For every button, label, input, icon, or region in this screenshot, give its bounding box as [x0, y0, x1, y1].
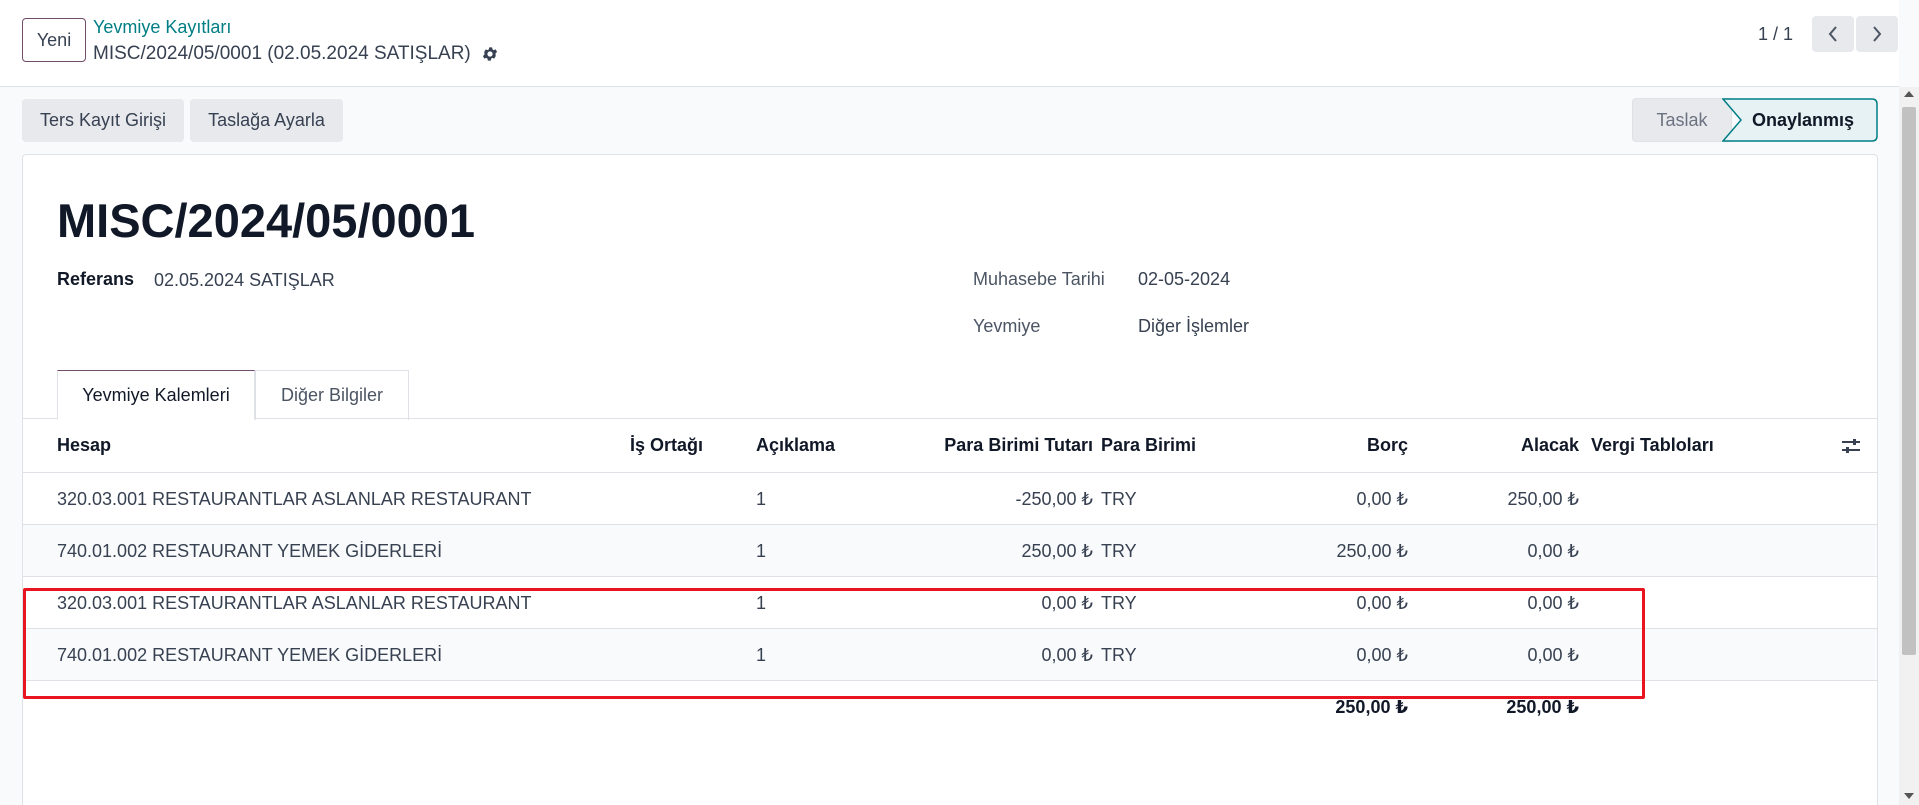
- notebook-tabs: Yevmiye Kalemleri Diğer Bilgiler: [23, 370, 1877, 420]
- breadcrumb-current: MISC/2024/05/0001 (02.05.2024 SATIŞLAR): [93, 43, 499, 65]
- cell-amount-currency: 0,00 ₺: [1041, 645, 1094, 665]
- column-debit[interactable]: Borç: [1367, 435, 1408, 456]
- sliders-icon[interactable]: [1841, 437, 1861, 455]
- cell-credit: 0,00 ₺: [1527, 593, 1580, 613]
- table-header: Hesap İş Ortağı Açıklama Para Birimi Tut…: [23, 419, 1877, 473]
- cell-debit: 0,00 ₺: [1356, 489, 1409, 509]
- vertical-scrollbar[interactable]: [1899, 87, 1919, 805]
- chevron-left-icon: [1828, 26, 1837, 42]
- scroll-up-arrow-icon[interactable]: [1904, 91, 1914, 97]
- reset-to-draft-button[interactable]: Taslağa Ayarla: [190, 99, 343, 142]
- scroll-down-arrow-icon[interactable]: [1904, 793, 1914, 799]
- cell-debit: 250,00 ₺: [1336, 541, 1408, 561]
- breadcrumb-journal-entries[interactable]: Yevmiye Kayıtları: [93, 17, 231, 38]
- reference-field[interactable]: 02.05.2024 SATIŞLAR: [154, 270, 335, 291]
- table-row[interactable]: 320.03.001 RESTAURANTLAR ASLANLAR RESTAU…: [23, 473, 1877, 525]
- accounting-date-label: Muhasebe Tarihi: [973, 269, 1105, 289]
- column-label[interactable]: Açıklama: [756, 435, 835, 456]
- cell-credit: 250,00 ₺: [1507, 489, 1579, 509]
- cell-debit: 0,00 ₺: [1356, 593, 1409, 613]
- reverse-entry-button[interactable]: Ters Kayıt Girişi: [22, 99, 184, 142]
- reference-label: Referans: [57, 269, 135, 289]
- journal-field[interactable]: Diğer İşlemler: [1138, 316, 1249, 337]
- column-tax-grids[interactable]: Vergi Tabloları: [1591, 435, 1714, 456]
- status-posted-label: Onaylanmış: [1752, 110, 1855, 130]
- column-amount-currency[interactable]: Para Birimi Tutarı: [944, 435, 1093, 456]
- pager-previous-button[interactable]: [1812, 16, 1854, 52]
- status-draft[interactable]: Taslak: [1632, 98, 1732, 142]
- cell-account: 320.03.001 RESTAURANTLAR ASLANLAR RESTAU…: [57, 593, 532, 613]
- journal-label: Yevmiye: [973, 316, 1041, 336]
- new-button[interactable]: Yeni: [22, 18, 86, 62]
- form-sheet: MISC/2024/05/0001 Referans 02.05.2024 SA…: [22, 154, 1878, 805]
- cell-currency: TRY: [1101, 645, 1137, 665]
- column-currency[interactable]: Para Birimi: [1101, 435, 1196, 456]
- chevron-right-icon: [1873, 26, 1882, 42]
- tab-journal-items[interactable]: Yevmiye Kalemleri: [57, 370, 255, 420]
- cell-label: 1: [756, 489, 767, 509]
- gear-icon[interactable]: [481, 45, 499, 63]
- column-credit[interactable]: Alacak: [1521, 435, 1579, 456]
- entry-title: MISC/2024/05/0001: [57, 194, 476, 247]
- cell-label: 1: [756, 593, 767, 613]
- cell-amount-currency: -250,00 ₺: [1015, 489, 1093, 509]
- table-row[interactable]: 740.01.002 RESTAURANT YEMEK GİDERLERİ 1 …: [23, 525, 1877, 577]
- total-credit: 250,00 ₺: [1506, 697, 1579, 717]
- control-panel: Yeni Yevmiye Kayıtları MISC/2024/05/0001…: [0, 0, 1899, 87]
- journal-items-table: Hesap İş Ortağı Açıklama Para Birimi Tut…: [23, 419, 1877, 733]
- cell-account: 320.03.001 RESTAURANTLAR ASLANLAR RESTAU…: [57, 489, 532, 509]
- cell-amount-currency: 250,00 ₺: [1021, 541, 1093, 561]
- cell-account: 740.01.002 RESTAURANT YEMEK GİDERLERİ: [57, 541, 443, 561]
- cell-label: 1: [756, 645, 767, 665]
- column-partner[interactable]: İş Ortağı: [630, 435, 703, 456]
- tab-other-info[interactable]: Diğer Bilgiler: [255, 370, 409, 420]
- pager-value[interactable]: 1 / 1: [1758, 24, 1793, 45]
- cell-currency: TRY: [1101, 541, 1137, 561]
- cell-amount-currency: 0,00 ₺: [1041, 593, 1094, 613]
- scrollbar-thumb[interactable]: [1902, 107, 1916, 655]
- total-debit: 250,00 ₺: [1335, 697, 1408, 717]
- cell-currency: TRY: [1101, 489, 1137, 509]
- pager-next-button[interactable]: [1856, 16, 1898, 52]
- accounting-date-field[interactable]: 02-05-2024: [1138, 269, 1230, 290]
- cell-credit: 0,00 ₺: [1527, 645, 1580, 665]
- breadcrumb-current-label: MISC/2024/05/0001 (02.05.2024 SATIŞLAR): [93, 43, 471, 64]
- column-account[interactable]: Hesap: [57, 435, 111, 456]
- cell-currency: TRY: [1101, 593, 1137, 613]
- table-row[interactable]: 740.01.002 RESTAURANT YEMEK GİDERLERİ 1 …: [23, 629, 1877, 681]
- cell-credit: 0,00 ₺: [1527, 541, 1580, 561]
- status-posted[interactable]: Onaylanmış: [1722, 98, 1878, 142]
- table-row[interactable]: 320.03.001 RESTAURANTLAR ASLANLAR RESTAU…: [23, 577, 1877, 629]
- cell-label: 1: [756, 541, 767, 561]
- cell-account: 740.01.002 RESTAURANT YEMEK GİDERLERİ: [57, 645, 443, 665]
- totals-row: 250,00 ₺ 250,00 ₺: [23, 681, 1877, 733]
- cell-debit: 0,00 ₺: [1356, 645, 1409, 665]
